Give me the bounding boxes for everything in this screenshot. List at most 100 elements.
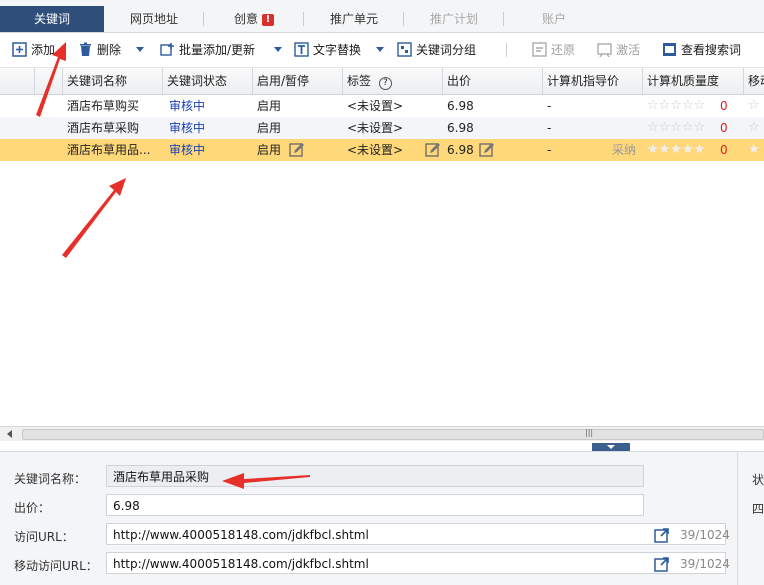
mobile-url-char-count: 39/1024 xyxy=(680,557,730,571)
column-mobile[interactable]: 移动 xyxy=(744,68,764,94)
mobile-stars-icon: ☆ xyxy=(748,120,760,135)
group-icon xyxy=(397,42,412,57)
status-label: 状 xyxy=(752,473,764,487)
scroll-grip-icon: ||| xyxy=(585,428,594,437)
pc-guide-price: - xyxy=(547,99,552,113)
keyword-status: 审核中 xyxy=(169,99,206,113)
tab-label: 推广单元 xyxy=(329,12,378,26)
keyword-status: 审核中 xyxy=(169,143,206,157)
panel-splitter[interactable] xyxy=(0,441,764,452)
pc-guide-price: - xyxy=(547,143,552,157)
tab-bar: 关键词 网页地址 创意! 推广单元 推广计划 账户 xyxy=(0,0,764,33)
tab-creative[interactable]: 创意! xyxy=(204,6,304,32)
bid-value[interactable]: 6.98 xyxy=(443,117,543,139)
mobile-url-label: 移动访问URL： xyxy=(14,559,98,573)
column-bid[interactable]: 出价 xyxy=(443,68,543,94)
arrow-to-selected-row-icon xyxy=(62,178,126,258)
activate-button[interactable]: 激活 xyxy=(597,41,640,59)
keyword-name: 酒店布草购买 xyxy=(67,99,140,113)
quality-score: 0 xyxy=(720,121,728,135)
keyword-name-field[interactable]: 酒店布草用品采购 xyxy=(106,465,644,487)
tab-label: 账户 xyxy=(541,12,566,26)
keyword-table-header: 关键词名称 关键词状态 启用/暂停 标签 ? 出价 计算机指导价 计算机质量度 … xyxy=(0,68,764,95)
url-field[interactable]: http://www.4000518148.com/jdkfbcl.shtml xyxy=(106,523,726,545)
bid-value[interactable]: 6.98 xyxy=(443,95,543,117)
search-terms-icon xyxy=(663,43,676,56)
column-tag[interactable]: 标签 ? xyxy=(343,68,443,94)
edit-icon[interactable] xyxy=(425,142,441,158)
batch-add-button[interactable]: 批量添加/更新 xyxy=(160,41,255,59)
tab-unit[interactable]: 推广单元 xyxy=(304,6,404,32)
column-pc-guide-price[interactable]: 计算机指导价 xyxy=(543,68,643,94)
pc-guide-price: - xyxy=(547,121,552,135)
add-button[interactable]: 添加 xyxy=(12,41,55,59)
edit-icon[interactable] xyxy=(479,142,495,158)
tag-value[interactable]: <未设置> xyxy=(343,117,443,139)
form-divider xyxy=(737,452,738,585)
scroll-left-icon[interactable] xyxy=(7,430,12,438)
mobile-url-field[interactable]: http://www.4000518148.com/jdkfbcl.shtml xyxy=(106,552,726,574)
open-link-icon[interactable] xyxy=(654,556,670,572)
table-row[interactable]: 酒店布草采购 审核中 启用 <未设置> 6.98 - ☆☆☆☆☆ 0 ☆ xyxy=(0,117,764,139)
tab-url[interactable]: 网页地址 xyxy=(104,6,204,32)
tab-label: 推广计划 xyxy=(429,12,478,26)
help-icon[interactable]: ? xyxy=(378,77,392,90)
bid-label: 出价： xyxy=(14,501,51,515)
add-icon xyxy=(12,42,27,57)
tab-plan[interactable]: 推广计划 xyxy=(404,6,504,32)
batch-dropdown-icon[interactable] xyxy=(274,47,282,52)
tab-label: 关键词 xyxy=(33,12,70,26)
delete-button[interactable]: 删除 xyxy=(78,41,121,59)
mobile-stars-icon: ★ xyxy=(748,142,760,157)
adopt-link[interactable]: 采纳 xyxy=(608,139,642,161)
batch-add-icon xyxy=(160,43,174,56)
tab-label: 网页地址 xyxy=(129,12,178,26)
keyword-name-label: 关键词名称： xyxy=(14,472,87,486)
url-char-count: 39/1024 xyxy=(680,528,730,542)
tab-label: 创意 xyxy=(233,12,258,26)
table-row-selected[interactable]: 酒店布草用品... 审核中 启用 <未设置> 6.98 - 采纳 ★★★★★ 0… xyxy=(0,139,764,161)
quality-stars-icon: ★★★★★ xyxy=(647,142,706,157)
column-enable-pause[interactable]: 启用/暂停 xyxy=(253,68,343,94)
quality-score: 0 xyxy=(720,143,728,157)
toolbar-divider xyxy=(506,43,507,57)
collapse-toggle-icon[interactable] xyxy=(592,443,630,451)
checkbox-header[interactable] xyxy=(35,68,63,94)
bid-field[interactable]: 6.98 xyxy=(106,494,644,516)
edit-icon[interactable] xyxy=(289,142,305,158)
toolbar: 添加 删除 批量添加/更新 文字替换 关键词分组 还原 激活 查看搜索词 xyxy=(0,33,764,68)
enable-status[interactable]: 启用 xyxy=(253,139,287,161)
keyword-status: 审核中 xyxy=(169,121,206,135)
scroll-thumb[interactable] xyxy=(22,429,764,440)
enable-status[interactable]: 启用 xyxy=(253,117,343,139)
keyword-name: 酒店布草用品... xyxy=(67,143,151,157)
tag-value[interactable]: <未设置> xyxy=(343,139,423,161)
quality-score: 0 xyxy=(720,99,728,113)
keyword-name: 酒店布草采购 xyxy=(67,121,140,135)
warning-icon: ! xyxy=(262,13,274,26)
trash-icon xyxy=(80,42,91,56)
delete-dropdown-icon[interactable] xyxy=(136,47,144,52)
url-label: 访问URL： xyxy=(14,530,74,544)
keyword-group-button[interactable]: 关键词分组 xyxy=(397,41,476,59)
view-search-terms-button[interactable]: 查看搜索词 xyxy=(662,41,741,59)
tag-value[interactable]: <未设置> xyxy=(343,95,443,117)
text-replace-icon xyxy=(294,42,309,57)
open-link-icon[interactable] xyxy=(654,527,670,543)
activate-icon xyxy=(597,43,612,57)
column-keyword-status[interactable]: 关键词状态 xyxy=(163,68,253,94)
tab-keywords[interactable]: 关键词 xyxy=(0,6,104,32)
replace-dropdown-icon[interactable] xyxy=(376,47,384,52)
column-pc-quality[interactable]: 计算机质量度 xyxy=(643,68,744,94)
row-indicator-header xyxy=(0,68,35,94)
bid-value[interactable]: 6.98 xyxy=(443,139,479,161)
tab-account[interactable]: 账户 xyxy=(504,6,604,32)
restore-button[interactable]: 还原 xyxy=(532,41,575,59)
text-replace-button[interactable]: 文字替换 xyxy=(294,41,361,59)
enable-status[interactable]: 启用 xyxy=(253,95,343,117)
side-label: 四 xyxy=(752,502,764,516)
restore-icon xyxy=(532,42,547,57)
column-keyword-name[interactable]: 关键词名称 xyxy=(63,68,163,94)
horizontal-scrollbar[interactable]: ||| xyxy=(0,426,764,442)
table-row[interactable]: 酒店布草购买 审核中 启用 <未设置> 6.98 - ☆☆☆☆☆ 0 ☆ xyxy=(0,95,764,117)
